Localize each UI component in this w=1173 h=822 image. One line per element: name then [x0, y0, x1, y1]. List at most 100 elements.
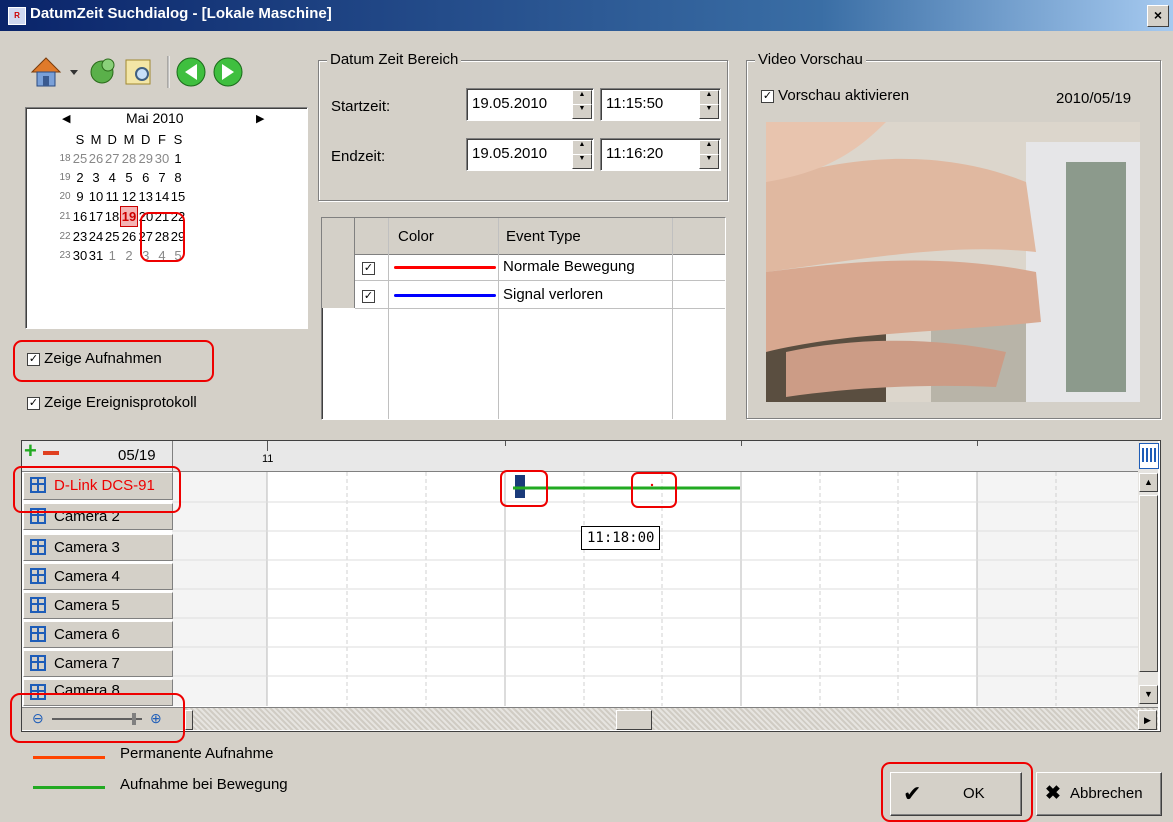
calendar-day[interactable]: 10	[88, 187, 104, 207]
calendar-day[interactable]: 28	[121, 149, 138, 168]
timeline-horizontal-scrollbar[interactable]: ⊖ ⊕ ▶	[22, 707, 1158, 730]
next-icon[interactable]	[213, 57, 243, 87]
app-icon: R	[8, 7, 26, 25]
event-row-1-checkbox[interactable]: ✓	[362, 259, 375, 276]
end-date-up-icon[interactable]: ▲	[572, 140, 592, 155]
scroll-right-icon[interactable]: ▶	[1138, 710, 1157, 730]
vertical-scroll-thumb[interactable]	[1139, 495, 1158, 672]
event-row-2-checkbox[interactable]: ✓	[362, 287, 375, 304]
calendar-day[interactable]: 30	[72, 246, 88, 265]
calendar-day[interactable]: 4	[104, 168, 121, 187]
end-time-up-icon[interactable]: ▲	[699, 140, 719, 155]
end-time-field[interactable]: 11:16:20 ▲ ▼	[600, 138, 721, 171]
weekday-header: S	[75, 132, 85, 147]
camera-row-3[interactable]: Camera 3	[23, 534, 173, 561]
calendar-day[interactable]: 30	[154, 149, 170, 168]
end-time-value: 11:16:20	[606, 145, 664, 162]
calendar-day-selected[interactable]: 19	[120, 206, 138, 227]
calendar-day[interactable]: 23	[72, 227, 88, 247]
calendar-day[interactable]: 25	[104, 227, 121, 247]
calendar-day[interactable]: 18	[104, 207, 121, 227]
calendar-day[interactable]: 15	[170, 187, 186, 207]
calendar-month-label: Mai 2010	[126, 110, 184, 126]
calendar-day[interactable]: 9	[72, 187, 88, 207]
show-recordings-checkbox[interactable]: ✓ Zeige Aufnahmen	[27, 350, 162, 367]
home-icon[interactable]	[30, 57, 62, 87]
event-type-header: Event Type	[506, 228, 581, 245]
start-time-up-icon[interactable]: ▲	[699, 90, 719, 105]
calendar-day[interactable]: 3	[88, 168, 104, 187]
video-preview-legend: Video Vorschau	[755, 51, 866, 68]
next-month-icon[interactable]: ▶	[256, 112, 264, 125]
highlight-selected-day	[140, 212, 185, 262]
start-time-field[interactable]: 11:15:50 ▲ ▼	[600, 88, 721, 121]
camera-row-7[interactable]: Camera 7	[23, 650, 173, 677]
start-date-field[interactable]: 19.05.2010 ▲ ▼	[466, 88, 594, 121]
camera-7-label: Camera 7	[54, 655, 120, 672]
horizontal-scroll-thumb[interactable]	[616, 710, 652, 730]
calendar-day[interactable]: 13	[138, 187, 155, 207]
start-date-up-icon[interactable]: ▲	[572, 90, 592, 105]
enable-preview-checkbox[interactable]: ✓ Vorschau aktivieren	[761, 87, 909, 104]
calendar-day[interactable]: 17	[88, 207, 104, 227]
end-time-down-icon[interactable]: ▼	[699, 154, 719, 169]
calendar-day[interactable]: 8	[170, 168, 186, 187]
calendar-day[interactable]: 12	[121, 187, 138, 207]
end-date-down-icon[interactable]: ▼	[572, 154, 592, 169]
close-button[interactable]: ×	[1147, 5, 1169, 27]
camera-5-label: Camera 5	[54, 597, 120, 614]
calendar-day[interactable]: 24	[88, 227, 104, 247]
scroll-left-button[interactable]	[185, 710, 193, 730]
prev-month-icon[interactable]: ◀	[62, 112, 70, 125]
calendar-day[interactable]: 26	[88, 149, 104, 168]
calendar-day[interactable]: 7	[154, 168, 170, 187]
calendar-day[interactable]: 31	[88, 246, 104, 265]
show-recordings-label: Zeige Aufnahmen	[44, 350, 162, 367]
calendar-day[interactable]: 27	[104, 149, 121, 168]
weekday-header: D	[107, 132, 117, 147]
calendar-day[interactable]: 16	[72, 207, 88, 227]
weekday-header: D	[141, 132, 151, 147]
cancel-button[interactable]: ✖ Abbrechen	[1036, 772, 1162, 816]
motion-recording-swatch	[33, 786, 105, 789]
calendar-day[interactable]: 2	[72, 168, 88, 187]
camera-icon	[30, 626, 46, 642]
x-icon: ✖	[1045, 783, 1061, 804]
dropdown-arrow-icon[interactable]	[70, 70, 78, 75]
week-number: 18	[59, 153, 71, 164]
zoom-out-minus-icon[interactable]	[43, 451, 59, 455]
camera-row-5[interactable]: Camera 5	[23, 592, 173, 619]
calendar-day[interactable]: 1	[170, 149, 186, 168]
camera-row-6[interactable]: Camera 6	[23, 621, 173, 648]
calendar-day[interactable]: 29	[138, 149, 155, 168]
refresh-icon[interactable]	[90, 58, 115, 84]
calendar-day[interactable]: 5	[121, 168, 138, 187]
calendar-day[interactable]: 14	[154, 187, 170, 207]
calendar-day[interactable]: 11	[104, 187, 121, 207]
camera-row-4[interactable]: Camera 4	[23, 563, 173, 590]
weekday-header: M	[90, 132, 102, 147]
calendar-day[interactable]: 26	[121, 227, 138, 247]
start-time-down-icon[interactable]: ▼	[699, 104, 719, 119]
calendar-view-icon[interactable]	[1139, 443, 1159, 469]
camera-4-label: Camera 4	[54, 568, 120, 585]
camera-icon	[30, 597, 46, 613]
scroll-down-icon[interactable]: ▼	[1139, 685, 1158, 704]
start-date-down-icon[interactable]: ▼	[572, 104, 592, 119]
calendar-day[interactable]: 1	[104, 246, 121, 265]
calendar-day[interactable]: 2	[121, 246, 138, 265]
scroll-up-icon[interactable]: ▲	[1139, 473, 1158, 492]
camera-3-label: Camera 3	[54, 539, 120, 556]
show-events-checkbox[interactable]: ✓ Zeige Ereignisprotokoll	[27, 394, 197, 411]
cancel-label: Abbrechen	[1070, 785, 1143, 802]
timeline-vertical-scrollbar[interactable]: ▲ ▼	[1138, 441, 1159, 707]
calendar-day[interactable]: 25	[72, 149, 88, 168]
camera-6-label: Camera 6	[54, 626, 120, 643]
event-row-2-color	[394, 294, 496, 297]
highlight-zoom-slider	[10, 693, 185, 743]
previous-icon[interactable]	[176, 57, 206, 87]
calendar-day[interactable]: 6	[138, 168, 155, 187]
end-date-field[interactable]: 19.05.2010 ▲ ▼	[466, 138, 594, 171]
search-folder-icon[interactable]	[125, 59, 151, 85]
zoom-in-plus-icon[interactable]: +	[24, 440, 37, 462]
